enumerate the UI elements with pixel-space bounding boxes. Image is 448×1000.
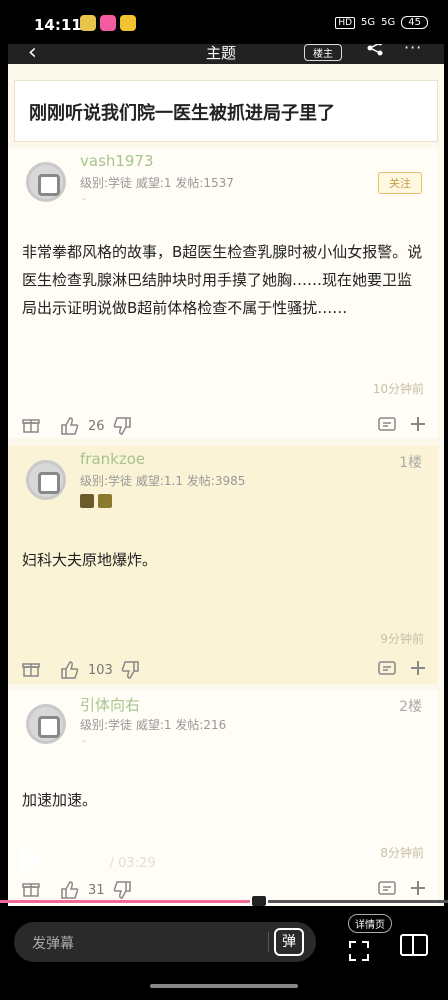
app-icon: [100, 15, 116, 31]
notification-icons: [80, 15, 136, 31]
play-icon[interactable]: [20, 846, 42, 874]
hd-icon: HD: [335, 16, 356, 29]
like-icon[interactable]: [60, 660, 80, 684]
progress-fill: [0, 900, 251, 903]
app-icon: [80, 15, 96, 31]
post-time: 10分钟前: [372, 382, 424, 396]
danmu-toggle-button[interactable]: 弹: [274, 928, 304, 956]
layout-icon[interactable]: [400, 934, 428, 956]
comment-icon[interactable]: [378, 660, 396, 682]
more-icon[interactable]: ···: [404, 44, 422, 57]
danmu-placeholder: 发弹幕: [32, 936, 74, 952]
post-main: vash1973 级别:学徒 威望:1 发帖:1537 - 关注 非常拳都风格的…: [8, 148, 438, 438]
follow-button[interactable]: 关注: [378, 172, 422, 194]
add-icon[interactable]: [410, 660, 426, 680]
add-icon[interactable]: [410, 416, 426, 436]
forum-screen: ‹ 主题 楼主 ··· 刚刚听说我们院一医生被抓进局子里了 vash1973 级…: [8, 44, 444, 906]
danmu-input[interactable]: 发弹幕 弹: [14, 922, 316, 962]
video-time: 01:40 / 03:29: [68, 856, 156, 871]
status-time: 14:11: [34, 16, 82, 34]
status-bar: 14:11 HD 5G 5G 45: [0, 0, 448, 44]
video-current-time: 01:40: [68, 856, 106, 871]
fullscreen-icon[interactable]: [348, 940, 369, 961]
user-signature: -: [82, 736, 86, 747]
post-content: 妇科大夫原地爆炸。: [22, 551, 158, 569]
signal-icon: 5G: [381, 17, 396, 28]
louzhu-button[interactable]: 楼主: [304, 44, 342, 61]
top-bar: ‹ 主题 楼主 ···: [8, 44, 444, 65]
video-total-time: / 03:29: [109, 856, 156, 871]
add-icon[interactable]: [410, 880, 426, 900]
floor-number: 1楼: [399, 455, 422, 471]
gift-icon[interactable]: [22, 660, 40, 682]
like-icon[interactable]: [60, 416, 80, 440]
user-signature: -: [82, 194, 86, 205]
post-time: 8分钟前: [380, 846, 424, 860]
avatar[interactable]: [26, 460, 66, 500]
share-icon[interactable]: [366, 44, 384, 60]
avatar[interactable]: [26, 704, 66, 744]
dislike-icon[interactable]: [120, 660, 140, 684]
gift-icon[interactable]: [22, 880, 40, 902]
user-badges: [80, 494, 112, 508]
video-progress-bar[interactable]: [0, 900, 448, 903]
status-right: HD 5G 5G 45: [335, 16, 428, 29]
page-title: 主题: [206, 44, 237, 62]
floor-number: 2楼: [399, 699, 422, 715]
post-actions: 26: [8, 416, 438, 440]
username[interactable]: frankzoe: [80, 450, 145, 468]
home-indicator[interactable]: [150, 984, 298, 988]
username[interactable]: 引体向右: [80, 694, 140, 715]
post-time: 9分钟前: [380, 632, 424, 646]
badge-icon: [98, 494, 112, 508]
avatar[interactable]: [26, 162, 66, 202]
post-reply: frankzoe 1楼 级别:学徒 威望:1.1 发帖:3985 妇科大夫原地爆…: [8, 446, 438, 684]
dislike-icon[interactable]: [112, 416, 132, 440]
back-icon[interactable]: ‹: [28, 44, 37, 65]
user-meta: 级别:学徒 威望:1 发帖:1537: [80, 176, 234, 190]
post-content: 非常拳都风格的故事，B超医生检查乳腺时被小仙女报警。说医生检查乳腺淋巴结肿块时用…: [22, 243, 423, 317]
signal-icon: 5G: [361, 17, 376, 28]
like-count: 26: [88, 419, 105, 434]
post-reply: 引体向右 2楼 级别:学徒 威望:1 发帖:216 - 加速加速。 8分钟前 3…: [8, 690, 438, 906]
comment-icon[interactable]: [378, 416, 396, 438]
post-content: 加速加速。: [22, 791, 98, 809]
thread-title: 刚刚听说我们院一医生被抓进局子里了: [14, 80, 438, 142]
comment-icon[interactable]: [378, 880, 396, 902]
badge-icon: [80, 494, 94, 508]
detail-page-button[interactable]: 详情页: [348, 914, 392, 933]
divider: [268, 932, 269, 952]
battery-icon: 45: [401, 16, 428, 29]
post-actions: 103: [8, 660, 438, 684]
app-icon: [120, 15, 136, 31]
like-count: 103: [88, 663, 113, 678]
user-meta: 级别:学徒 威望:1 发帖:216: [80, 718, 227, 732]
user-meta: 级别:学徒 威望:1.1 发帖:3985: [80, 474, 246, 488]
username[interactable]: vash1973: [80, 152, 154, 170]
gift-icon[interactable]: [22, 416, 40, 438]
like-count: 31: [88, 883, 105, 898]
